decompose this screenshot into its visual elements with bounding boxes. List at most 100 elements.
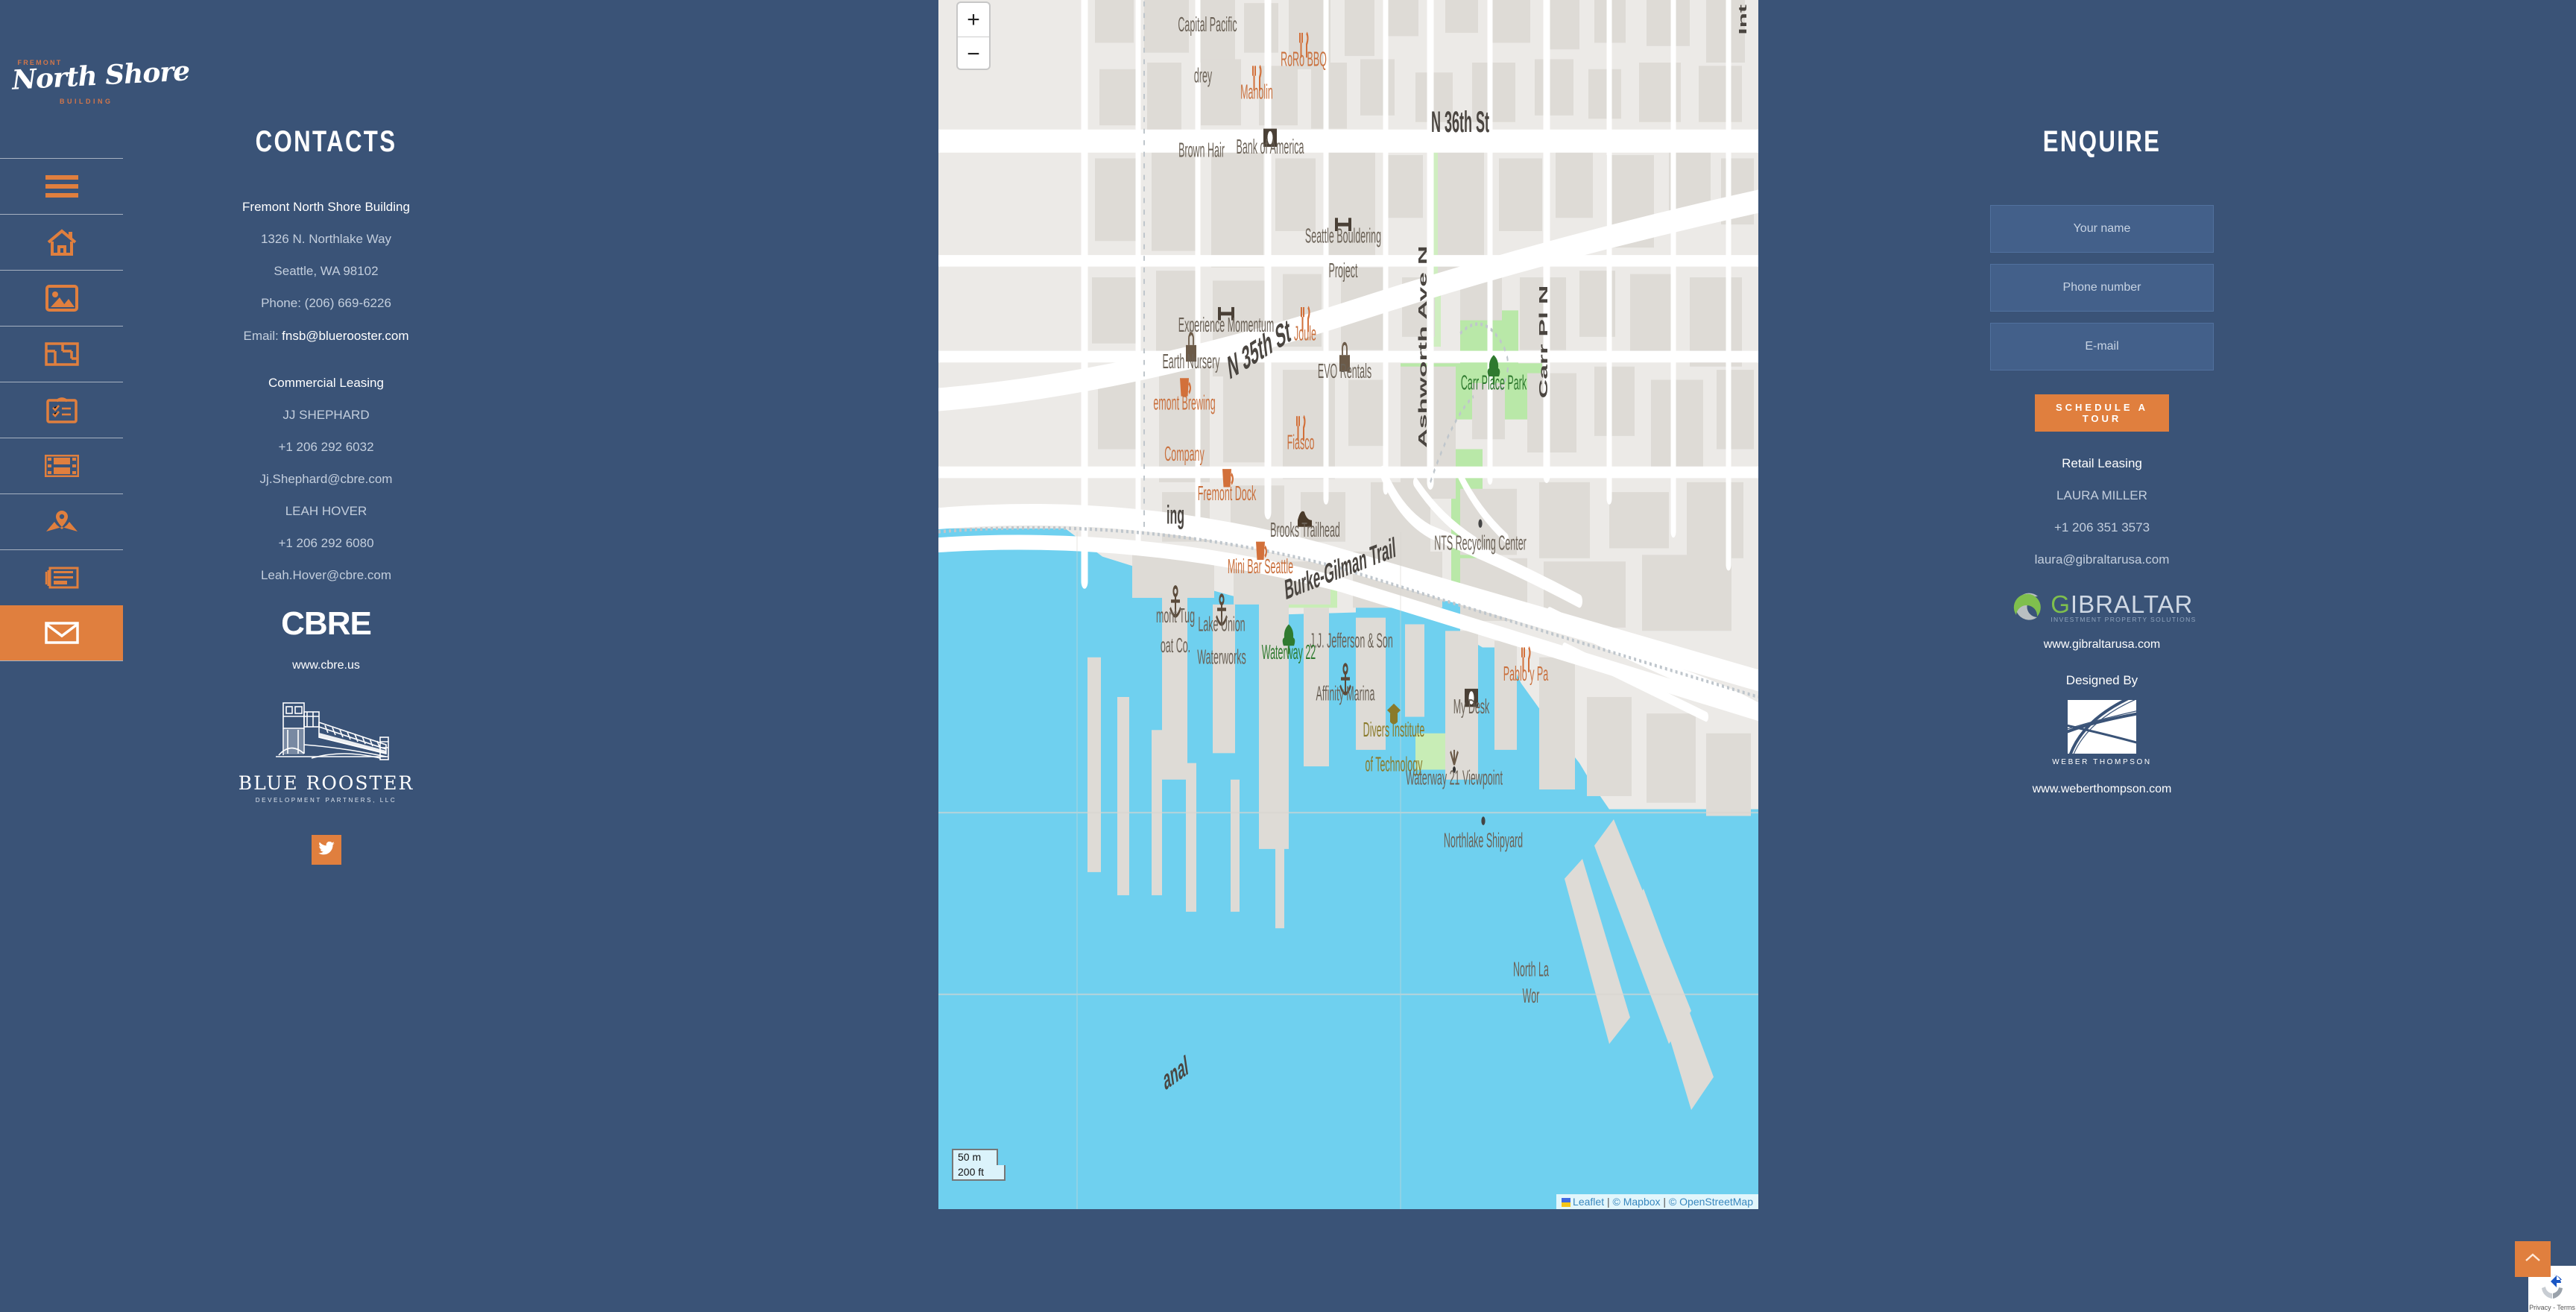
agent-1-email[interactable]: Jj.Shephard@cbre.com <box>123 473 529 485</box>
gibraltar-wordmark: GIBRALTAR <box>2051 590 2194 618</box>
sidebar-item-specs[interactable] <box>0 382 123 438</box>
sidebar-item-contact[interactable] <box>0 605 123 660</box>
openstreetmap-link[interactable]: © OpenStreetMap <box>1669 1196 1753 1208</box>
sidebar-item-floorplans[interactable] <box>0 327 123 382</box>
weber-thompson-mark <box>2068 700 2136 754</box>
location-map[interactable]: Capital Pacific RoRo BBQ Manolin drey Brown … <box>938 0 1758 1209</box>
agent-2-email[interactable]: Leah.Hover@cbre.com <box>123 569 529 581</box>
floorplan-icon <box>44 342 79 366</box>
contacts-title: CONTACTS <box>255 125 397 158</box>
schedule-a-tour-button[interactable]: SCHEDULE A TOUR <box>2035 394 2169 432</box>
your-name-input[interactable] <box>1990 205 2214 253</box>
recaptcha-privacy-terms[interactable]: Privacy - Terms <box>2528 1304 2576 1311</box>
dot-icon <box>1478 519 1483 529</box>
weber-thompson-url-link[interactable]: www.weberthompson.com <box>2033 783 2172 795</box>
contacts-column: CONTACTS Fremont North Shore Building 13… <box>123 0 529 865</box>
map-poi-label: NTS Recycling Center <box>1434 532 1527 555</box>
map-poi-label: Carr Place Park <box>1461 371 1527 394</box>
gibraltar-swoosh-icon <box>2007 585 2046 628</box>
map-poi-label: Brooks Trailhead <box>1270 519 1340 542</box>
chevron-up-icon <box>2525 1252 2541 1267</box>
gibraltar-logo[interactable]: GIBRALTAR INVESTMENT PROPERTY SOLUTIONS <box>1863 585 2340 628</box>
agent-2-name: LEAH HOVER <box>285 504 367 518</box>
map-poi-label: Bank of America <box>1237 135 1304 158</box>
divider <box>0 660 123 661</box>
map-poi-label: oat Co. <box>1161 634 1190 657</box>
address-line-2: Seattle, WA 98102 <box>274 264 379 278</box>
separator: | <box>1663 1196 1667 1208</box>
map-attribution: Leaflet | © Mapbox | © OpenStreetMap <box>1556 1194 1758 1209</box>
agent-1-phone: +1 206 292 6032 <box>278 440 374 454</box>
twitter-button[interactable] <box>311 835 341 865</box>
map-poi-label: Fiasco <box>1287 431 1315 454</box>
retail-agent-name: LAURA MILLER <box>2056 488 2147 502</box>
hamburger-icon <box>45 174 78 199</box>
sidebar: FREMONT North Shore BUILDING <box>0 0 190 1312</box>
address-line-1: 1326 N. Northlake Way <box>260 232 392 246</box>
sidebar-item-menu[interactable] <box>0 159 123 214</box>
map-poi-label: Affinity Marina <box>1316 682 1375 705</box>
map-poi-label: J.J. Jefferson & Son <box>1310 629 1393 652</box>
map-poi-label: Pablo y Pa <box>1503 662 1548 685</box>
map-poi-label: Joule <box>1294 322 1316 345</box>
dot-icon <box>1481 816 1486 825</box>
bluerooster-subtitle: DEVELOPMENT PARTNERS, LLC <box>255 797 397 804</box>
weber-thompson-name: WEBER THOMPSON <box>2052 758 2152 766</box>
map-street-label: Int <box>1737 4 1749 34</box>
map-poi-label: Brown Hair <box>1178 139 1225 162</box>
map-street-label: ing <box>1167 499 1184 529</box>
site-logo[interactable]: FREMONT North Shore BUILDING <box>0 0 190 158</box>
map-poi-label: drey <box>1194 64 1212 87</box>
map-poi-label: Manolin <box>1240 81 1273 104</box>
map-poi-label: North La <box>1513 958 1549 981</box>
agent-2-phone: +1 206 292 6080 <box>278 536 374 550</box>
map-poi-label: EVO Rentals <box>1318 360 1371 383</box>
scale-metric: 50 m <box>952 1149 998 1165</box>
map-poi-label: Divers Institute <box>1363 719 1425 742</box>
map-canvas: Capital Pacific RoRo BBQ Manolin drey Brown … <box>938 0 1758 1209</box>
map-poi-label: Seattle Bouldering <box>1305 224 1381 247</box>
image-icon <box>45 285 78 312</box>
map-street-label: Carr Pl N <box>1536 286 1550 399</box>
sidebar-item-location[interactable] <box>0 494 123 549</box>
map-poi-label: Waterway 22 <box>1262 641 1316 664</box>
scroll-to-top-button[interactable] <box>2515 1241 2551 1277</box>
sidebar-item-home[interactable] <box>0 215 123 270</box>
scale-imperial: 200 ft <box>952 1164 1006 1181</box>
map-poi-label: Fremont Dock <box>1198 482 1257 505</box>
agent-1-name: JJ SHEPHARD <box>282 408 370 422</box>
map-zoom-controls[interactable]: + − <box>956 1 991 70</box>
leaflet-link[interactable]: Leaflet <box>1573 1196 1604 1208</box>
bluerooster-name: BLUE ROOSTER <box>238 772 414 794</box>
cbre-url-link[interactable]: www.cbre.us <box>292 659 360 672</box>
clipboard-icon <box>45 397 78 423</box>
bluerooster-logo[interactable]: BLUE ROOSTER DEVELOPMENT PARTNERS, LLC <box>123 698 529 804</box>
sidebar-item-video[interactable] <box>0 438 123 493</box>
building-name: Fremont North Shore Building <box>242 200 410 214</box>
map-poi-label: Mini Bar Seattle <box>1228 555 1293 578</box>
map-street-label: Wo <box>1742 0 1758 5</box>
mapbox-link[interactable]: © Mapbox <box>1613 1196 1661 1208</box>
sidebar-item-gallery[interactable] <box>0 271 123 326</box>
map-poi-label: Company <box>1164 443 1205 466</box>
map-poi-label: Northlake Shipyard <box>1444 829 1523 852</box>
map-poi-label: Lake Union <box>1198 613 1245 636</box>
phone-number-input[interactable] <box>1990 264 2214 312</box>
sidebar-item-news[interactable] <box>0 550 123 605</box>
enquire-form: SCHEDULE A TOUR <box>1863 205 2340 432</box>
logo-main-text: North Shore <box>10 55 190 96</box>
zoom-out-button[interactable]: − <box>958 37 989 71</box>
gibraltar-url-link[interactable]: www.gibraltarusa.com <box>2044 638 2161 651</box>
map-poi-label: emont Brewing <box>1153 391 1215 414</box>
retail-agent-email[interactable]: laura@gibraltarusa.com <box>1863 553 2340 566</box>
enquire-column: ENQUIRE SCHEDULE A TOUR Retail Leasing L… <box>1863 0 2340 796</box>
email-link[interactable]: fnsb@bluerooster.com <box>282 329 408 343</box>
envelope-icon <box>44 621 79 645</box>
retail-leasing-title: Retail Leasing <box>2062 456 2142 470</box>
home-icon <box>45 227 78 257</box>
weber-thompson-logo[interactable]: WEBER THOMPSON <box>1863 700 2340 766</box>
cbre-logo[interactable]: CBRE <box>123 605 529 643</box>
email-input[interactable] <box>1990 323 2214 370</box>
map-poi-label: RoRo BBQ <box>1281 48 1327 71</box>
zoom-in-button[interactable]: + <box>958 3 989 37</box>
